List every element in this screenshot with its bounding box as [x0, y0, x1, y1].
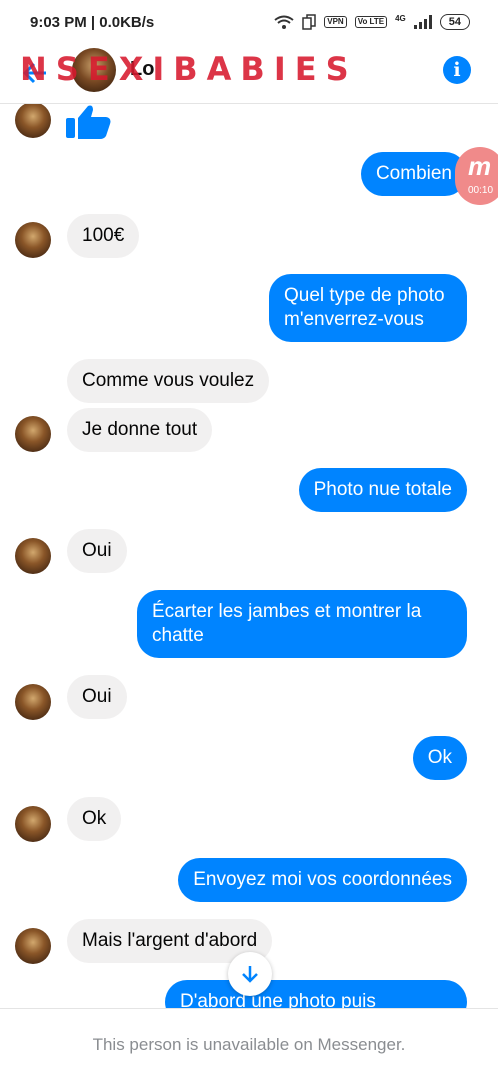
battery-icon: 54 — [439, 14, 470, 30]
wifi-icon — [274, 15, 294, 29]
status-bar: 9:03 PM | 0.0KB/s VPN Vo LTE 4G 54 — [0, 0, 498, 44]
status-left: 9:03 PM | 0.0KB/s — [30, 13, 155, 31]
message-received[interactable]: Ok — [67, 797, 122, 841]
watermark-logo: NSEXIBABIES — [20, 50, 358, 88]
message-sent[interactable]: Écarter les jambes et montrer la chatte — [137, 590, 467, 658]
message-received[interactable]: Je donne tout — [67, 408, 213, 452]
arrow-down-icon[interactable] — [228, 952, 272, 996]
volte-icon: Vo LTE — [354, 16, 388, 28]
contact-avatar-small — [15, 222, 51, 258]
screen-mirror-icon — [302, 14, 316, 30]
thumbs-up-icon[interactable] — [66, 104, 112, 140]
floating-recorder-badge[interactable]: m 00:10 — [455, 147, 498, 205]
conversation-header: Lo NSEXIBABIES i — [0, 44, 498, 104]
message-sent[interactable]: Quel type de photo m'enverrez-vous — [269, 274, 467, 342]
message-received[interactable]: 100€ — [67, 214, 140, 258]
message-sent[interactable]: Ok — [412, 736, 467, 780]
contact-avatar-small — [15, 104, 51, 138]
message-sent[interactable]: D'abord une photo puis — [165, 980, 467, 1008]
message-thread: Combien 100€ Quel type de photo m'enverr… — [0, 104, 498, 1008]
vpn-icon: VPN — [324, 16, 347, 28]
unavailable-notice: This person is unavailable on Messenger. — [0, 1008, 498, 1081]
message-received[interactable]: Oui — [67, 675, 127, 719]
info-icon[interactable]: i — [443, 56, 471, 84]
contact-avatar-small — [15, 684, 51, 720]
contact-avatar-small — [15, 416, 51, 452]
contact-avatar-small — [15, 928, 51, 964]
message-sent[interactable]: Combien — [360, 152, 467, 196]
status-network-speed: 0.0KB/s — [99, 13, 155, 31]
status-icons: VPN Vo LTE 4G 54 — [274, 14, 470, 30]
recorder-time: 00:10 — [468, 185, 494, 196]
message-received[interactable]: Oui — [67, 529, 127, 573]
network-type: 4G — [395, 14, 406, 23]
message-sent[interactable]: Envoyez moi vos coordonnées — [178, 858, 467, 902]
message-received[interactable]: Comme vous voulez — [67, 359, 270, 403]
contact-avatar-small — [15, 538, 51, 574]
recorder-letter: m — [468, 151, 492, 181]
contact-avatar-small — [15, 806, 51, 842]
message-sent[interactable]: Photo nue totale — [298, 468, 467, 512]
signal-icon — [413, 15, 432, 29]
status-time: 9:03 PM — [30, 13, 87, 31]
